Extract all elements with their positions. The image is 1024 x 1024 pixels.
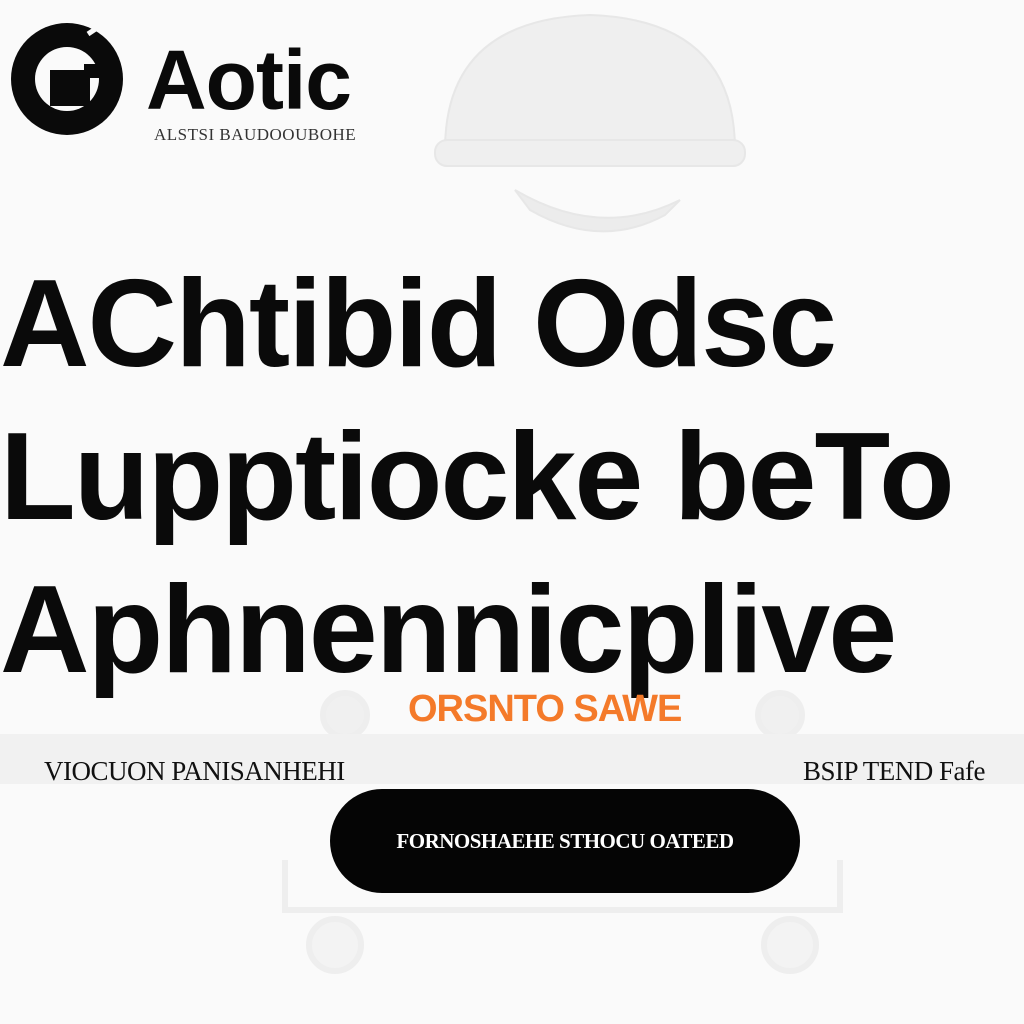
brand-tagline: ALSTSI BAUDOOUBOHE (154, 125, 357, 144)
logo-mark-icon[interactable] (10, 22, 124, 136)
brand-name[interactable]: Aotic (146, 38, 352, 122)
headline-line-1: AChtibid Odsc (0, 255, 837, 393)
headline-line-2: Lupptiocke beTo (0, 408, 955, 546)
info-right-text: BSIP TEND Fafe (803, 756, 986, 786)
header: Aotic ALSTSI BAUDOOUBOHE (10, 22, 430, 152)
offer-tag: ORSNTO SAWE (408, 688, 682, 730)
hero-headline: AChtibid Odsc Lupptiocke beTo Aphnennicp… (0, 248, 1024, 707)
headline-line-3: Aphnennicplive (0, 561, 897, 699)
helmet-illustration (434, 13, 746, 233)
cta-button[interactable]: FORNOSHAEHE STHOCU OATEED (330, 789, 800, 893)
info-left-text: VIOCUON PANISANHEHI (44, 756, 345, 786)
